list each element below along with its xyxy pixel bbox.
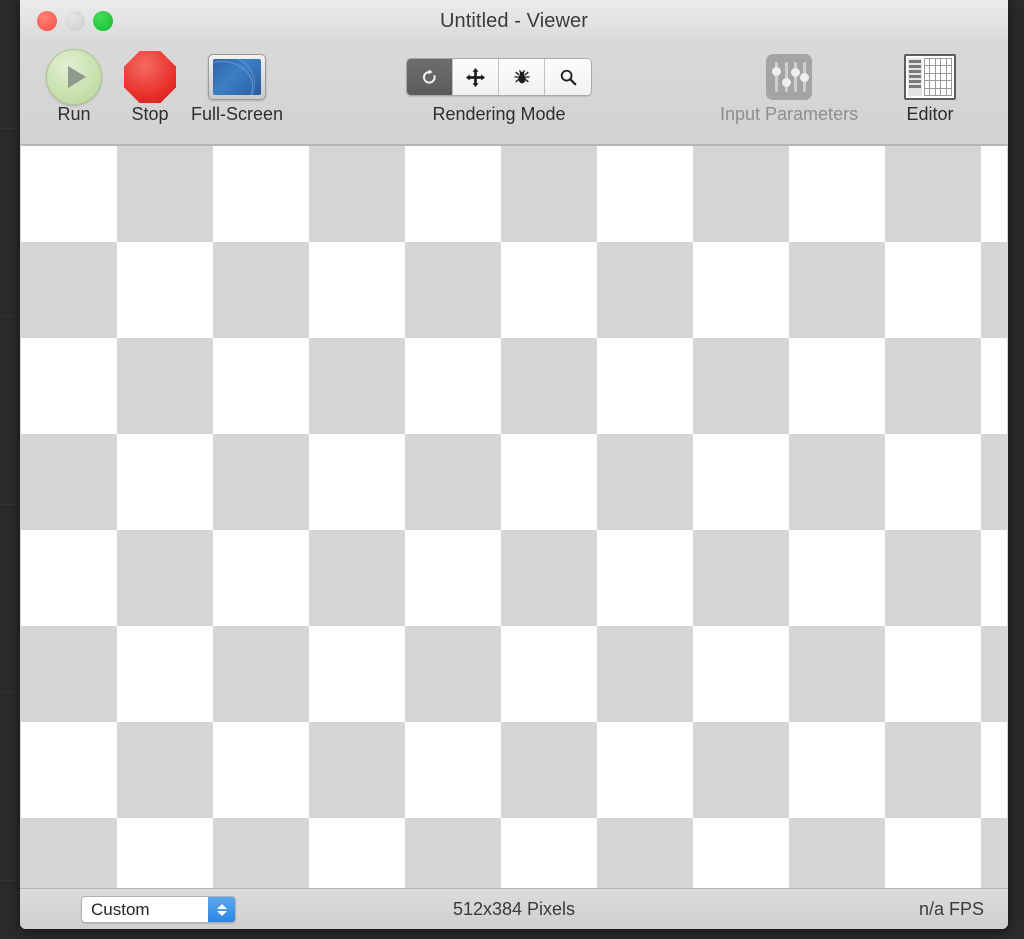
input-parameters-button[interactable]: Input Parameters xyxy=(720,49,858,125)
desktop-divider xyxy=(0,692,20,693)
render-canvas[interactable] xyxy=(21,145,1007,888)
refresh-icon xyxy=(423,68,436,84)
desktop-divider xyxy=(0,128,20,129)
monitor-icon xyxy=(208,49,267,105)
segment-debug[interactable] xyxy=(499,59,545,95)
title-bar: Untitled - Viewer xyxy=(20,0,1008,43)
resolution-label: 512x384 Pixels xyxy=(452,899,576,919)
bug-icon xyxy=(513,70,530,84)
rendering-mode-control: Rendering Mode xyxy=(406,49,592,125)
move-arrows-icon xyxy=(465,67,486,87)
fullscreen-button[interactable]: Full-Screen xyxy=(191,49,283,125)
magnifier-icon xyxy=(560,69,577,86)
status-bar: Custom 512x384 Pixels n/a FPS xyxy=(20,888,1008,929)
play-circle-icon xyxy=(46,49,102,105)
rendering-mode-label: Rendering Mode xyxy=(432,104,566,124)
stop-button[interactable]: Stop xyxy=(124,49,176,125)
input-parameters-label: Input Parameters xyxy=(720,104,859,124)
desktop-divider xyxy=(0,880,20,881)
viewer-window: Untitled - Viewer Run Stop Full-Screen R… xyxy=(20,0,1008,929)
fullscreen-label: Full-Screen xyxy=(191,104,284,124)
run-label: Run xyxy=(57,104,91,124)
desktop-divider xyxy=(0,316,20,317)
sliders-icon xyxy=(766,49,813,105)
stop-label: Stop xyxy=(131,104,169,124)
segmented-control xyxy=(406,49,592,105)
editor-button[interactable]: Editor xyxy=(904,49,956,125)
desktop-divider xyxy=(0,504,20,505)
segment-search[interactable] xyxy=(545,59,591,95)
editor-label: Editor xyxy=(906,104,954,124)
segment-refresh[interactable] xyxy=(407,59,453,95)
table-editor-icon xyxy=(904,49,956,105)
toolbar: Run Stop Full-Screen Rendering Mode Inpu… xyxy=(20,43,1008,145)
window-title: Untitled - Viewer xyxy=(439,10,589,32)
stop-octagon-icon xyxy=(124,49,176,105)
fps-label: n/a FPS xyxy=(918,899,984,919)
segment-move[interactable] xyxy=(453,59,499,95)
run-button[interactable]: Run xyxy=(46,49,102,125)
